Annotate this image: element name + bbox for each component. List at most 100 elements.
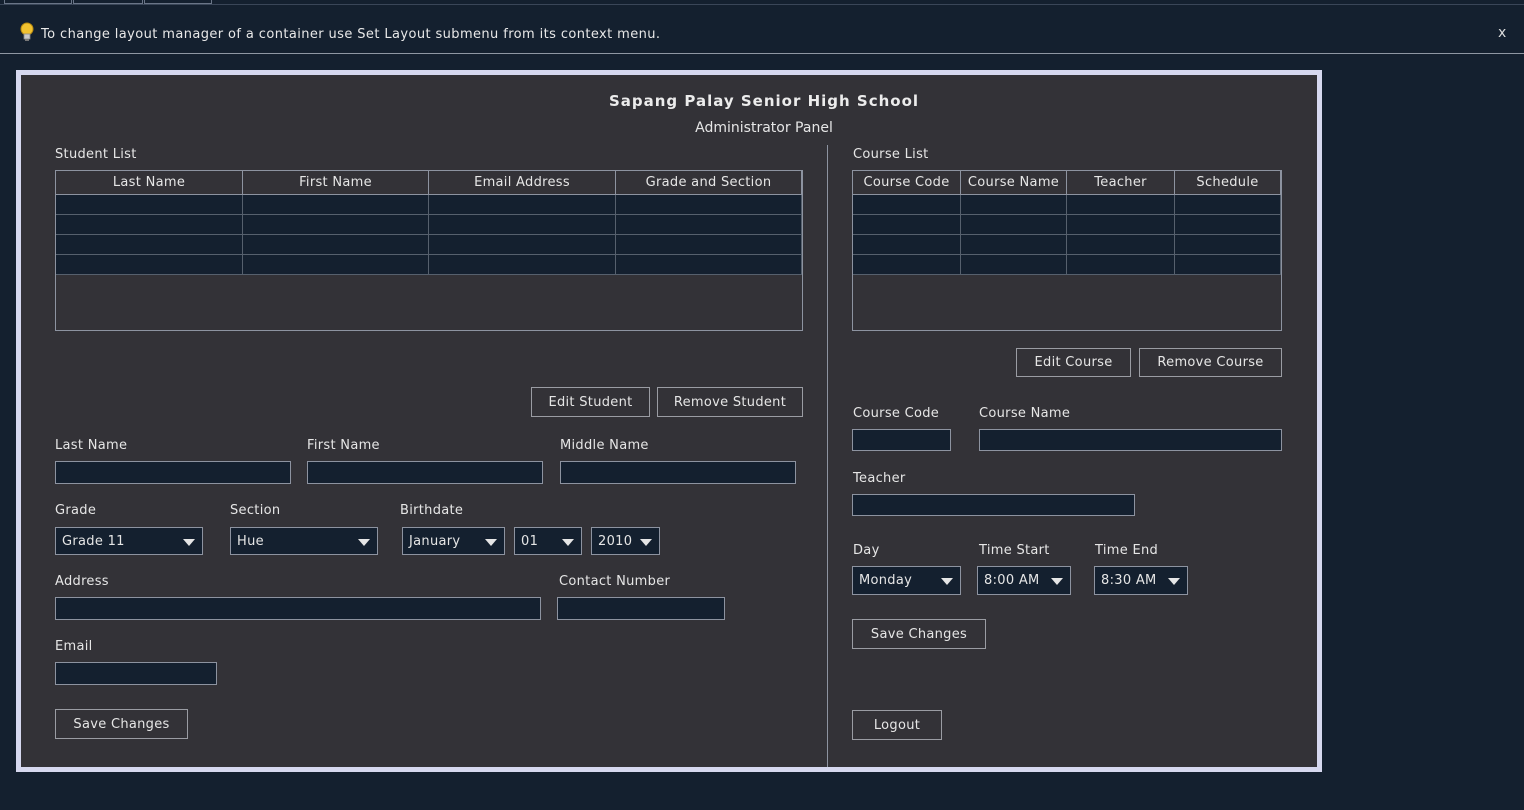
logout-button[interactable]: Logout (852, 710, 942, 740)
time-start-label: Time Start (979, 543, 1050, 558)
birthdate-label: Birthdate (400, 503, 464, 518)
table-cell[interactable] (1067, 195, 1175, 214)
table-cell[interactable] (1175, 195, 1281, 214)
column-header[interactable]: Course Name (961, 171, 1067, 195)
table-cell[interactable] (243, 235, 429, 254)
table-cell[interactable] (1067, 215, 1175, 234)
table-row[interactable] (853, 235, 1281, 255)
table-cell[interactable] (616, 215, 802, 234)
chevron-down-icon (358, 539, 370, 546)
section-label: Section (230, 503, 281, 518)
course-name-label: Course Name (979, 406, 1071, 421)
table-cell[interactable] (429, 235, 616, 254)
table-row[interactable] (56, 235, 802, 255)
table-row[interactable] (56, 195, 802, 215)
table-cell[interactable] (429, 215, 616, 234)
table-cell[interactable] (1175, 215, 1281, 234)
table-cell[interactable] (961, 235, 1067, 254)
table-cell[interactable] (853, 235, 961, 254)
remove-course-button[interactable]: Remove Course (1139, 348, 1282, 377)
section-dropdown[interactable]: Hue (230, 527, 378, 555)
column-header[interactable]: Last Name (56, 171, 243, 195)
table-row[interactable] (56, 255, 802, 275)
top-tab[interactable] (73, 0, 143, 4)
remove-student-button[interactable]: Remove Student (657, 387, 803, 417)
save-course-button[interactable]: Save Changes (852, 619, 986, 649)
close-icon[interactable]: x (1498, 25, 1506, 41)
table-cell[interactable] (56, 255, 243, 274)
course-table[interactable]: Course Code Course Name Teacher Schedule (852, 170, 1282, 331)
column-divider (827, 145, 828, 767)
table-row[interactable] (853, 215, 1281, 235)
table-cell[interactable] (1175, 255, 1281, 274)
course-code-field[interactable] (852, 429, 951, 451)
grade-dropdown[interactable]: Grade 11 (55, 527, 203, 555)
last-name-field[interactable] (55, 461, 291, 484)
birth-year-dropdown[interactable]: 2010 (591, 527, 660, 555)
table-row[interactable] (56, 215, 802, 235)
last-name-label: Last Name (55, 438, 128, 453)
table-cell[interactable] (1175, 235, 1281, 254)
table-cell[interactable] (243, 195, 429, 214)
day-dropdown[interactable]: Monday (852, 566, 961, 595)
chevron-down-icon (562, 539, 574, 546)
table-cell[interactable] (961, 215, 1067, 234)
save-student-button[interactable]: Save Changes (55, 709, 188, 739)
birth-year-value: 2010 (598, 534, 633, 549)
contact-number-field[interactable] (557, 597, 725, 620)
table-cell[interactable] (1067, 255, 1175, 274)
table-cell[interactable] (429, 255, 616, 274)
student-table[interactable]: Last Name First Name Email Address Grade… (55, 170, 803, 331)
first-name-field[interactable] (307, 461, 543, 484)
top-tab[interactable] (4, 0, 72, 4)
edit-student-button[interactable]: Edit Student (531, 387, 650, 417)
table-cell[interactable] (616, 235, 802, 254)
column-header[interactable]: Grade and Section (616, 171, 802, 195)
table-cell[interactable] (1067, 235, 1175, 254)
table-row[interactable] (853, 195, 1281, 215)
table-cell[interactable] (616, 255, 802, 274)
time-end-dropdown[interactable]: 8:30 AM (1094, 566, 1188, 595)
table-cell[interactable] (853, 255, 961, 274)
chevron-down-icon (1168, 578, 1180, 585)
time-start-value: 8:00 AM (984, 573, 1040, 588)
middle-name-field[interactable] (560, 461, 796, 484)
chevron-down-icon (1051, 578, 1063, 585)
column-header[interactable]: Schedule (1175, 171, 1281, 195)
table-cell[interactable] (961, 195, 1067, 214)
table-cell[interactable] (56, 195, 243, 214)
course-name-field[interactable] (979, 429, 1282, 451)
table-cell[interactable] (853, 215, 961, 234)
table-cell[interactable] (616, 195, 802, 214)
table-cell[interactable] (243, 255, 429, 274)
table-cell[interactable] (853, 195, 961, 214)
lightbulb-icon (20, 22, 34, 41)
birth-day-dropdown[interactable]: 01 (514, 527, 582, 555)
email-field[interactable] (55, 662, 217, 685)
birth-month-value: January (409, 534, 461, 549)
column-header[interactable]: First Name (243, 171, 429, 195)
address-field[interactable] (55, 597, 541, 620)
table-cell[interactable] (243, 215, 429, 234)
table-cell[interactable] (961, 255, 1067, 274)
column-header[interactable]: Email Address (429, 171, 616, 195)
chevron-down-icon (640, 539, 652, 546)
middle-name-label: Middle Name (560, 438, 649, 453)
table-cell[interactable] (56, 235, 243, 254)
table-cell[interactable] (56, 215, 243, 234)
top-tab[interactable] (144, 0, 212, 4)
column-header[interactable]: Teacher (1067, 171, 1175, 195)
hint-text: To change layout manager of a container … (41, 27, 661, 42)
grade-label: Grade (55, 503, 97, 518)
hint-bar: To change layout manager of a container … (0, 5, 1524, 54)
column-header[interactable]: Course Code (853, 171, 961, 195)
day-label: Day (853, 543, 880, 558)
teacher-field[interactable] (852, 494, 1135, 516)
edit-course-button[interactable]: Edit Course (1016, 348, 1131, 377)
table-cell[interactable] (429, 195, 616, 214)
table-row[interactable] (853, 255, 1281, 275)
birth-month-dropdown[interactable]: January (402, 527, 505, 555)
time-start-dropdown[interactable]: 8:00 AM (977, 566, 1071, 595)
birth-day-value: 01 (521, 534, 539, 549)
address-label: Address (55, 574, 109, 589)
